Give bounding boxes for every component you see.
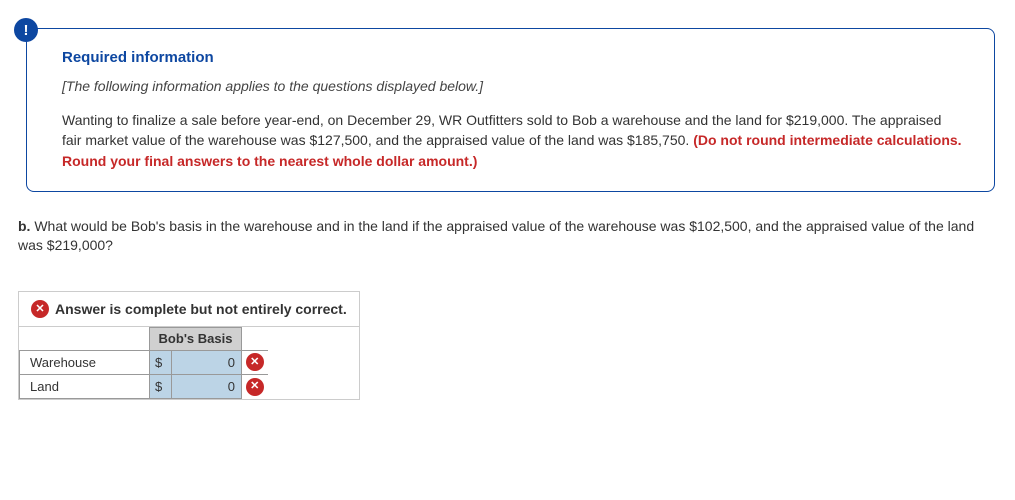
currency-symbol: $ — [150, 350, 172, 374]
required-info-title: Required information — [62, 49, 964, 66]
answer-box: ✕ Answer is complete but not entirely co… — [18, 291, 360, 400]
question-b: b. What would be Bob's basis in the ware… — [18, 217, 995, 256]
table-row: Warehouse $ 0 ✕ — [20, 350, 268, 374]
question-text: What would be Bob's basis in the warehou… — [18, 218, 974, 254]
currency-symbol: $ — [150, 374, 172, 398]
row-label-warehouse: Warehouse — [20, 350, 150, 374]
answer-table: Bob's Basis Warehouse $ 0 ✕ Land $ 0 ✕ — [19, 327, 268, 399]
question-letter: b. — [18, 218, 30, 234]
x-circle-icon: ✕ — [246, 378, 264, 396]
table-row: Land $ 0 ✕ — [20, 374, 268, 398]
warehouse-feedback-icon: ✕ — [242, 350, 268, 374]
answer-status-bar: ✕ Answer is complete but not entirely co… — [19, 292, 359, 327]
icon-header — [242, 328, 268, 351]
answer-status-text: Answer is complete but not entirely corr… — [55, 301, 347, 317]
x-circle-icon: ✕ — [246, 353, 264, 371]
problem-body: Wanting to finalize a sale before year-e… — [62, 110, 964, 171]
land-feedback-icon: ✕ — [242, 374, 268, 398]
x-circle-icon: ✕ — [31, 300, 49, 318]
basis-column-header: Bob's Basis — [150, 328, 242, 351]
info-badge-icon: ! — [14, 18, 38, 42]
required-info-box: Required information [The following info… — [26, 28, 995, 192]
warehouse-value-input[interactable]: 0 — [172, 350, 242, 374]
empty-header — [20, 328, 150, 351]
row-label-land: Land — [20, 374, 150, 398]
land-value-input[interactable]: 0 — [172, 374, 242, 398]
applies-note: [The following information applies to th… — [62, 78, 964, 94]
